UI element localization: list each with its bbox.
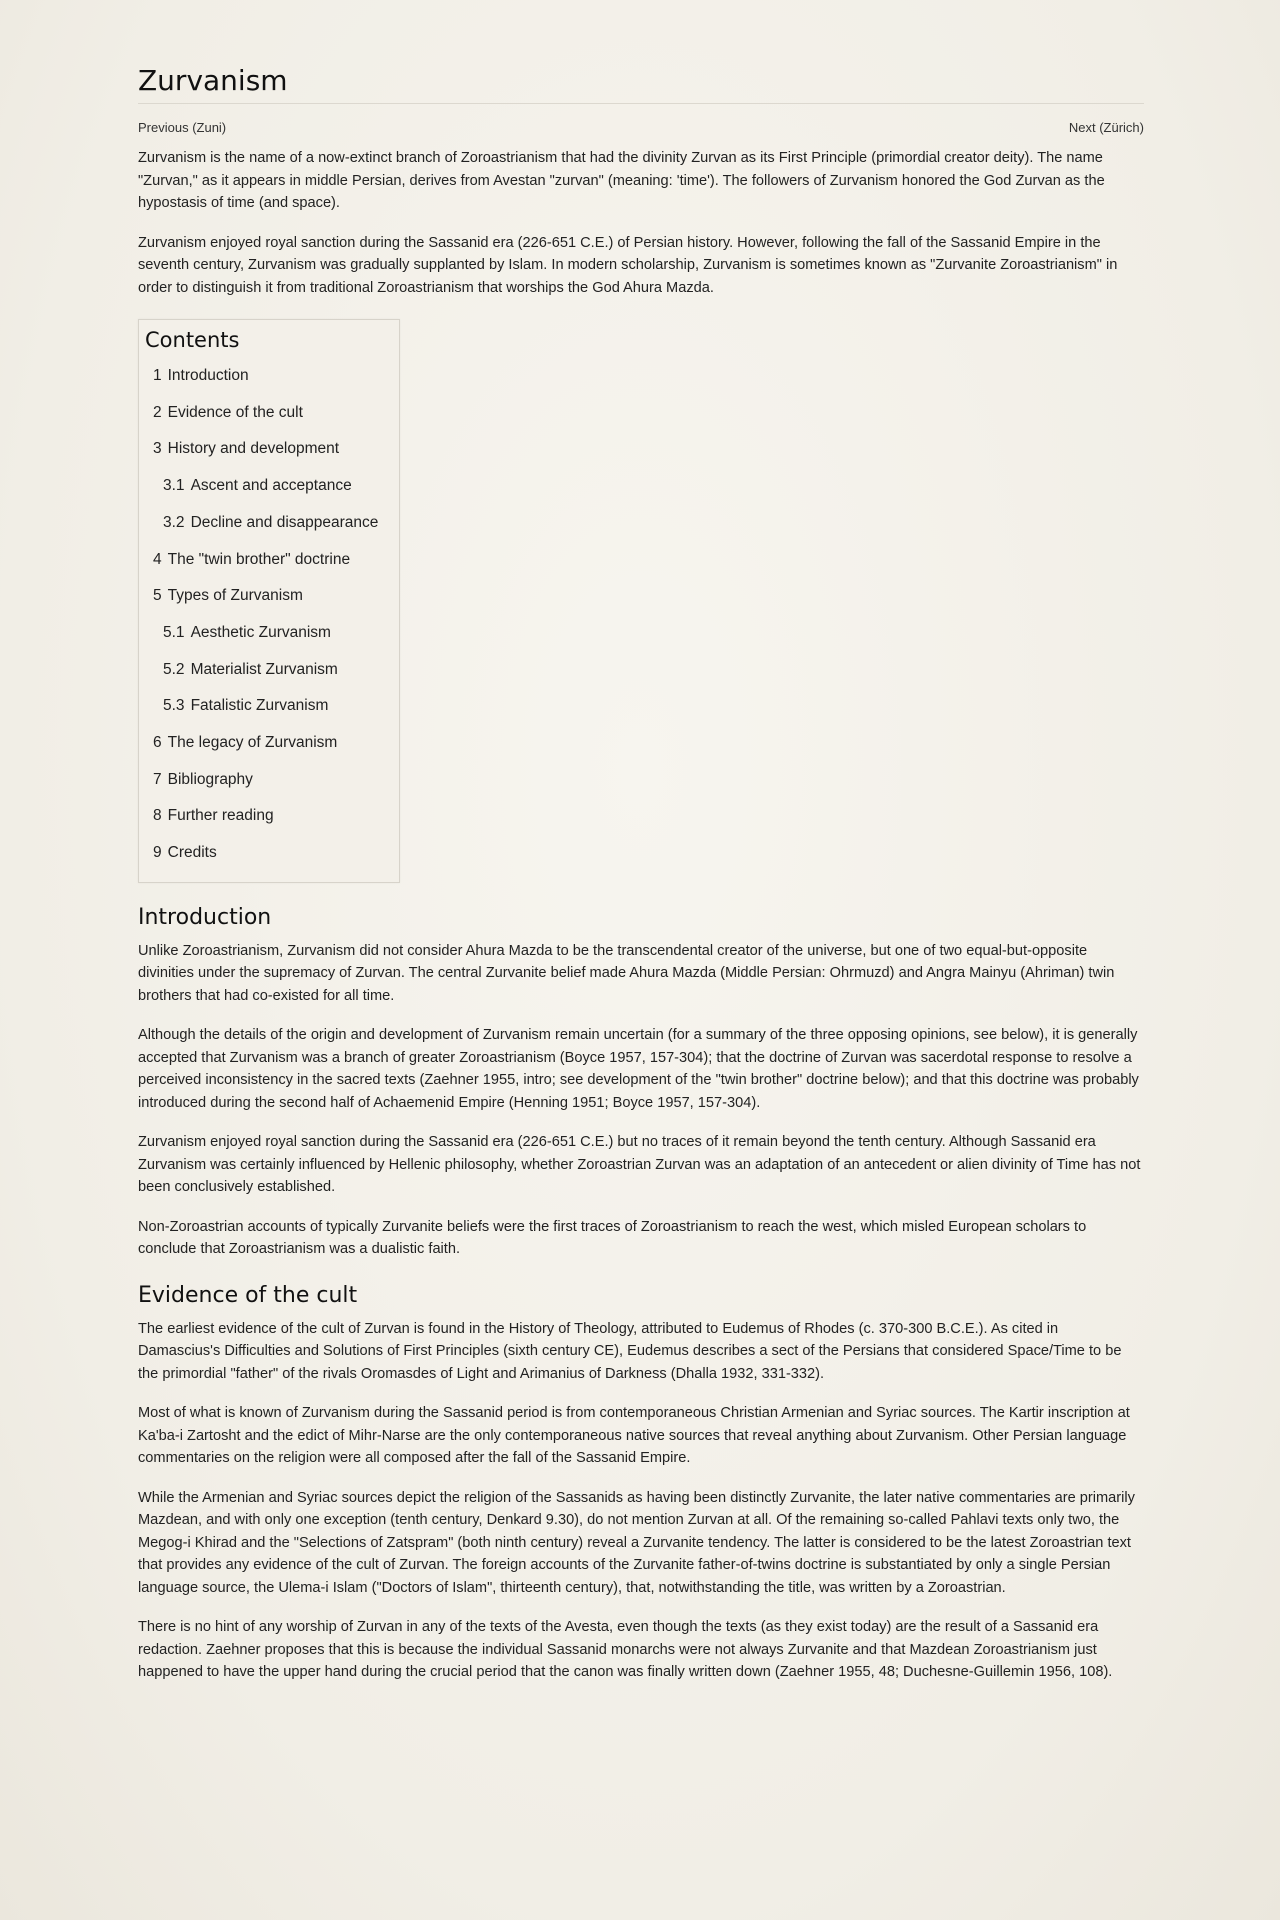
toc-item-number: 5 bbox=[153, 587, 162, 605]
toc-item-label: Further reading bbox=[167, 807, 274, 825]
toc-item-number: 9 bbox=[153, 844, 162, 862]
toc-item-number: 6 bbox=[153, 734, 162, 752]
toc-item-number: 5.3 bbox=[163, 697, 185, 715]
toc-item-types[interactable]: 5 Types of Zurvanism bbox=[145, 578, 399, 615]
evidence-paragraph-2: Most of what is known of Zurvanism durin… bbox=[138, 1405, 1130, 1467]
toc-item-aesthetic[interactable]: 5.1 Aesthetic Zurvanism bbox=[145, 615, 399, 652]
article-content: Zurvanism Previous (Zuni) Next (Zürich) … bbox=[138, 64, 1144, 1684]
toc-item-number: 3.2 bbox=[163, 513, 185, 531]
toc-item-label: Fatalistic Zurvanism bbox=[190, 697, 329, 715]
page-title: Zurvanism bbox=[138, 64, 1144, 104]
toc-item-evidence[interactable]: 2 Evidence of the cult bbox=[145, 395, 399, 432]
toc-item-ascent[interactable]: 3.1 Ascent and acceptance bbox=[145, 468, 399, 505]
section-heading-introduction: Introduction bbox=[138, 904, 272, 930]
toc-item-number: 5.1 bbox=[163, 623, 185, 641]
toc-item-label: Ascent and acceptance bbox=[190, 477, 352, 495]
toc-item-number: 3.1 bbox=[163, 477, 185, 495]
toc-item-number: 2 bbox=[153, 403, 162, 421]
evidence-paragraph-3: While the Armenian and Syriac sources de… bbox=[138, 1489, 1135, 1596]
toc-item-number: 4 bbox=[153, 550, 162, 568]
toc-item-history[interactable]: 3 History and development bbox=[145, 431, 399, 468]
toc-item-fatalistic[interactable]: 5.3 Fatalistic Zurvanism bbox=[145, 688, 399, 725]
previous-article-link[interactable]: Previous (Zuni) bbox=[138, 120, 226, 135]
toc-item-label: The legacy of Zurvanism bbox=[167, 734, 338, 752]
toc-item-number: 1 bbox=[153, 367, 162, 384]
toc-item-label: Decline and disappearance bbox=[190, 513, 379, 531]
next-article-link[interactable]: Next (Zürich) bbox=[1069, 120, 1144, 135]
toc-item-bibliography[interactable]: 7 Bibliography bbox=[145, 762, 399, 799]
toc-title: Contents bbox=[145, 328, 240, 352]
evidence-paragraph-4: There is no hint of any worship of Zurva… bbox=[138, 1619, 1113, 1681]
toc-item-label: Credits bbox=[167, 844, 217, 862]
evidence-paragraph-1: The earliest evidence of the cult of Zur… bbox=[138, 1320, 1122, 1382]
toc-item-label: Aesthetic Zurvanism bbox=[190, 623, 331, 641]
toc-item-decline[interactable]: 3.2 Decline and disappearance bbox=[145, 505, 399, 542]
toc-item-number: 3 bbox=[153, 440, 162, 458]
toc-item-number: 7 bbox=[153, 770, 162, 788]
introduction-paragraph-2: Although the details of the origin and d… bbox=[138, 1027, 1139, 1111]
toc-item-number: 5.2 bbox=[163, 660, 185, 678]
toc-item-legacy[interactable]: 6 The legacy of Zurvanism bbox=[145, 725, 399, 762]
intro-paragraph-1: Zurvanism is the name of a now-extinct b… bbox=[138, 150, 1105, 211]
table-of-contents: Contents 1 Introduction 2 Evidence of the … bbox=[138, 319, 400, 883]
toc-item-materialist[interactable]: 5.2 Materialist Zurvanism bbox=[145, 652, 399, 689]
toc-item-twin-brother[interactable]: 4 The "twin brother" doctrine bbox=[145, 542, 399, 579]
toc-item-label: Types of Zurvanism bbox=[167, 587, 303, 605]
article-nav: Previous (Zuni) Next (Zürich) bbox=[138, 120, 1144, 135]
toc-item-introduction[interactable]: 1 Introduction bbox=[145, 358, 399, 395]
toc-item-label: History and development bbox=[167, 440, 340, 458]
toc-item-number: 8 bbox=[153, 807, 162, 825]
toc-item-label: Materialist Zurvanism bbox=[190, 660, 338, 678]
introduction-paragraph-1: Unlike Zoroastrianism, Zurvanism did not… bbox=[138, 942, 1115, 1004]
section-heading-evidence: Evidence of the cult bbox=[138, 1282, 358, 1308]
toc-item-credits[interactable]: 9 Credits bbox=[145, 835, 399, 872]
introduction-paragraph-3: Zurvanism enjoyed royal sanction during … bbox=[138, 1134, 1141, 1196]
introduction-paragraph-4: Non-Zoroastrian accounts of typically Zu… bbox=[138, 1218, 1087, 1258]
intro-paragraph-2: Zurvanism enjoyed royal sanction during … bbox=[138, 234, 1118, 296]
toc-item-further-reading[interactable]: 8 Further reading bbox=[145, 798, 399, 835]
toc-item-label: Evidence of the cult bbox=[167, 403, 303, 421]
toc-item-label: The "twin brother" doctrine bbox=[167, 550, 351, 568]
toc-item-label: Bibliography bbox=[167, 770, 253, 788]
toc-item-label: Introduction bbox=[167, 367, 249, 384]
page: Zurvanism Previous (Zuni) Next (Zürich) … bbox=[0, 0, 1280, 1920]
